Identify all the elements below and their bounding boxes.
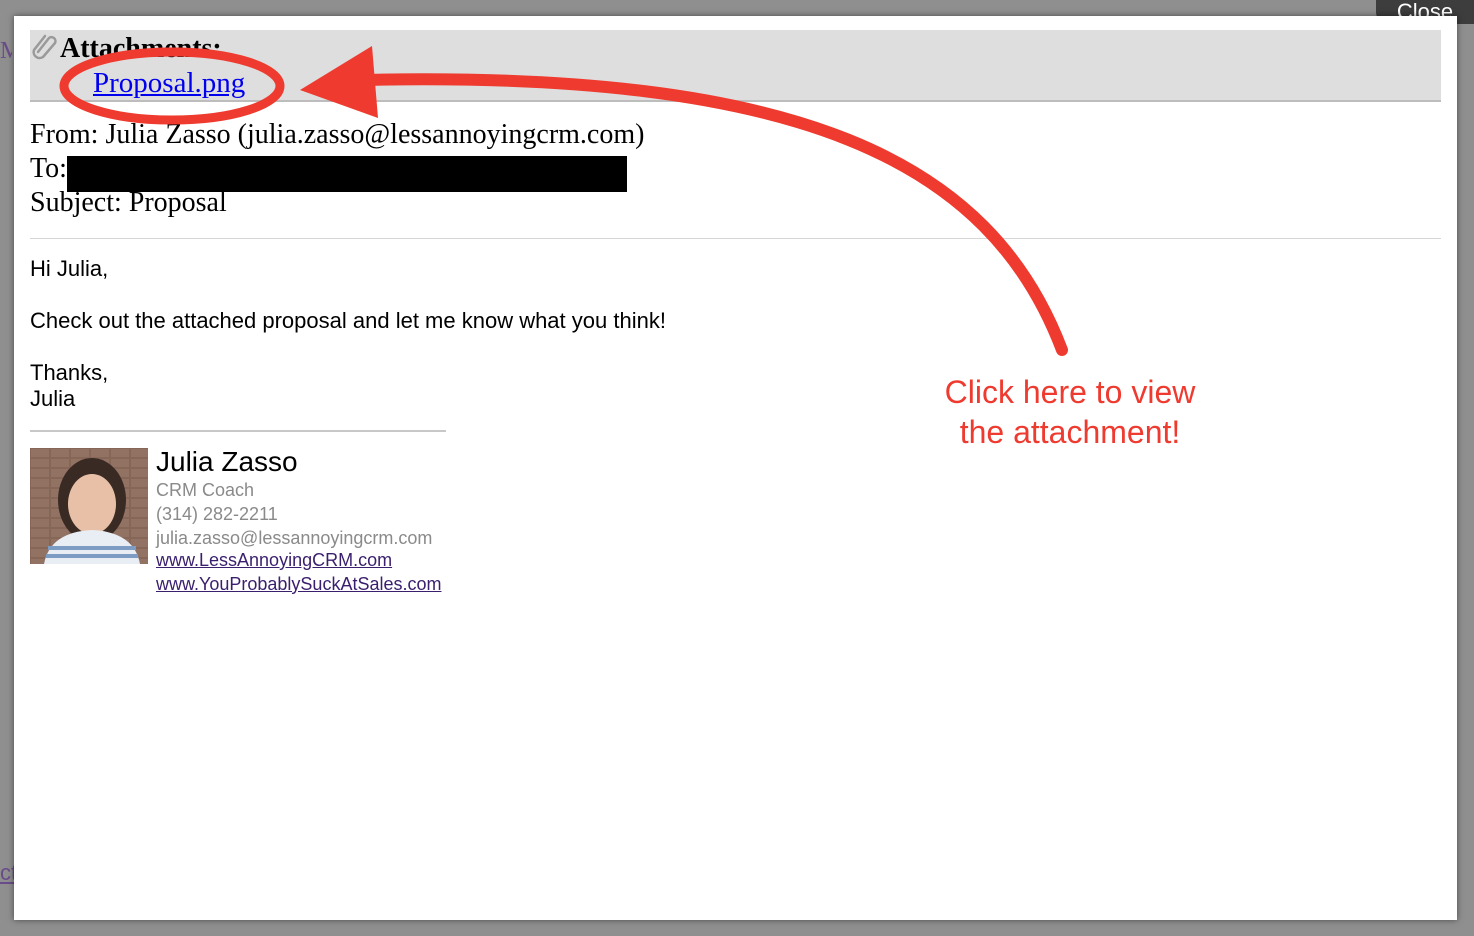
avatar (30, 448, 148, 564)
callout-line-1: Click here to view (944, 374, 1196, 410)
greeting: Hi Julia, (30, 256, 109, 281)
signoff: Julia (30, 386, 76, 411)
signature-divider (30, 430, 446, 432)
message: Check out the attached proposal and let … (30, 308, 666, 333)
paperclip-icon (32, 32, 58, 60)
attachments-header: Attachments: Proposal.png (30, 30, 1441, 102)
signature-link-lesscrm[interactable]: www.LessAnnoyingCRM.com (156, 550, 392, 571)
annotation-callout: Click here to view the attachment! (900, 372, 1240, 452)
background-link-fragment: ct (0, 860, 14, 885)
signature-email: julia.zasso@lessannoyingcrm.com (156, 528, 433, 548)
background-glyph: M (0, 38, 12, 64)
email-preview-modal: Attachments: Proposal.png From: Julia Za… (14, 16, 1457, 920)
email-body: Hi Julia, Check out the attached proposa… (30, 256, 666, 412)
redacted-recipient (67, 156, 627, 192)
signature-name: Julia Zasso (156, 446, 298, 477)
callout-line-2: the attachment! (959, 414, 1181, 450)
header-divider (30, 238, 1441, 239)
attachment-link[interactable]: Proposal.png (93, 67, 245, 100)
attachments-title: Attachments: (60, 33, 222, 64)
closing: Thanks, (30, 360, 109, 385)
from-line: From: Julia Zasso (julia.zasso@lessannoy… (30, 119, 645, 150)
signature-title: CRM Coach (156, 480, 255, 500)
signature-phone: (314) 282-2211 (156, 504, 278, 524)
signature-link-sales[interactable]: www.YouProbablySuckAtSales.com (156, 574, 441, 595)
